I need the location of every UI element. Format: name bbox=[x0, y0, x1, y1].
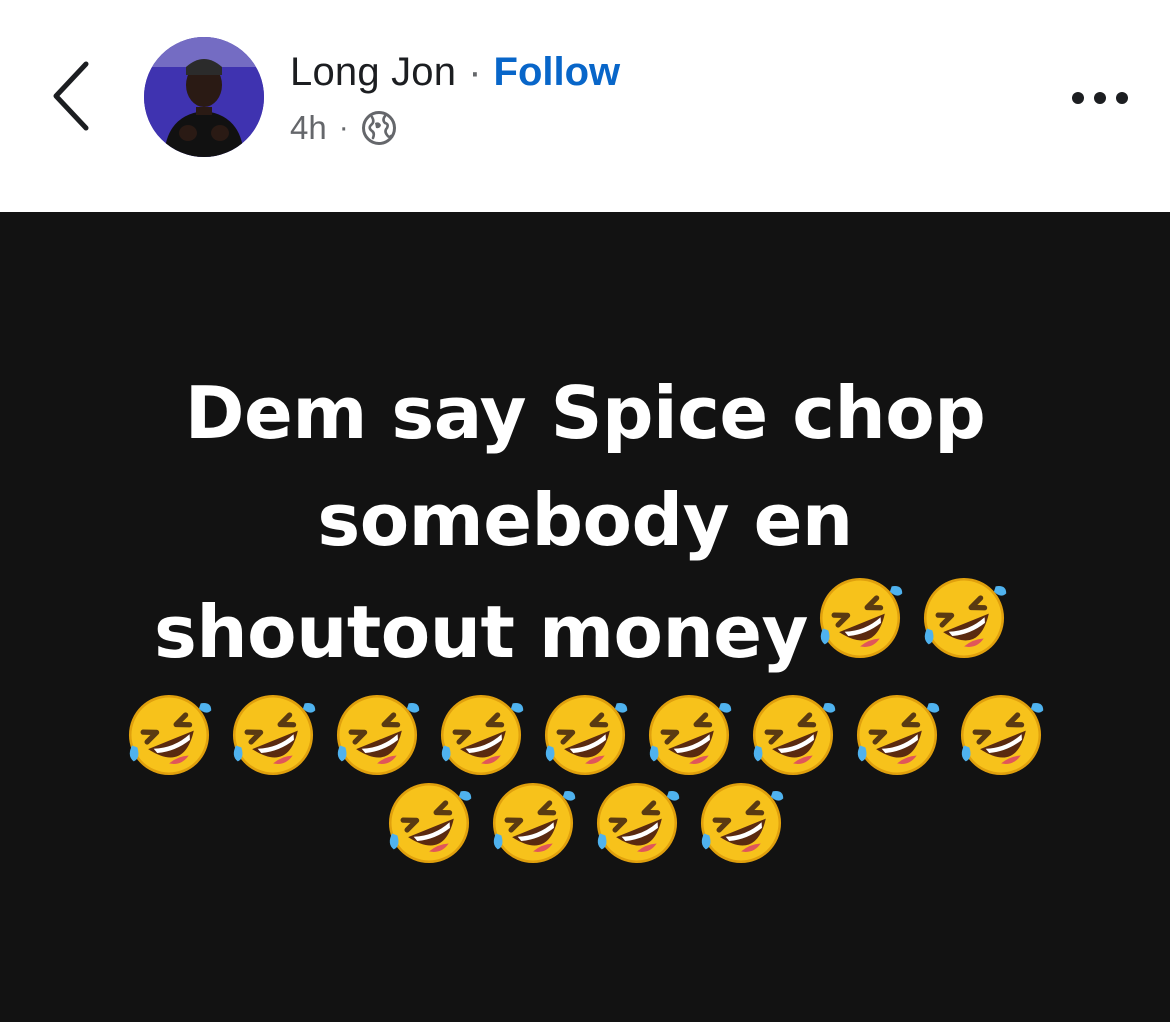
rolling-on-floor-laughing-emoji bbox=[125, 691, 213, 779]
post-text-line-2: somebody en bbox=[317, 478, 853, 562]
post-text-line-3: shoutout money bbox=[85, 574, 1085, 691]
rolling-on-floor-laughing-emoji bbox=[489, 779, 577, 867]
name-separator: · bbox=[468, 49, 482, 94]
back-button[interactable] bbox=[40, 52, 104, 140]
avatar[interactable] bbox=[144, 37, 264, 157]
text-post-card[interactable]: Dem say Spice chop somebody en shoutout … bbox=[0, 212, 1170, 1022]
emoji-group-line-5 bbox=[85, 779, 1085, 867]
rolling-on-floor-laughing-emoji bbox=[749, 691, 837, 779]
emoji-group-line-4 bbox=[85, 691, 1085, 779]
post-text: Dem say Spice chop somebody en shoutout … bbox=[85, 360, 1085, 867]
rolling-on-floor-laughing-emoji bbox=[333, 691, 421, 779]
rolling-on-floor-laughing-emoji bbox=[957, 691, 1045, 779]
avatar-photo bbox=[144, 37, 264, 157]
rolling-on-floor-laughing-emoji bbox=[816, 574, 904, 662]
rolling-on-floor-laughing-emoji bbox=[437, 691, 525, 779]
post-text-line-1: Dem say Spice chop bbox=[184, 371, 986, 455]
post-view: Long Jon · Follow 4h · Dem say Spice cho… bbox=[0, 0, 1170, 1022]
post-header: Long Jon · Follow 4h · bbox=[0, 0, 1170, 212]
more-options-button[interactable] bbox=[1060, 70, 1140, 126]
meta-separator: · bbox=[338, 111, 349, 144]
post-text-line-3-text: shoutout money bbox=[154, 590, 808, 674]
rolling-on-floor-laughing-emoji bbox=[229, 691, 317, 779]
rolling-on-floor-laughing-emoji bbox=[697, 779, 785, 867]
post-timestamp[interactable]: 4h bbox=[290, 109, 327, 147]
rolling-on-floor-laughing-emoji bbox=[541, 691, 629, 779]
globe-icon bbox=[361, 110, 397, 146]
author-name[interactable]: Long Jon bbox=[290, 50, 456, 95]
chevron-left-icon bbox=[53, 61, 89, 131]
rolling-on-floor-laughing-emoji bbox=[853, 691, 941, 779]
author-row: Long Jon · Follow bbox=[290, 44, 620, 100]
more-horizontal-icon bbox=[1072, 92, 1128, 104]
post-meta: 4h · bbox=[290, 106, 397, 150]
rolling-on-floor-laughing-emoji bbox=[645, 691, 733, 779]
follow-button[interactable]: Follow bbox=[494, 50, 621, 95]
emoji-group-line-3 bbox=[808, 574, 1016, 691]
rolling-on-floor-laughing-emoji bbox=[593, 779, 681, 867]
rolling-on-floor-laughing-emoji bbox=[385, 779, 473, 867]
rolling-on-floor-laughing-emoji bbox=[920, 574, 1008, 662]
